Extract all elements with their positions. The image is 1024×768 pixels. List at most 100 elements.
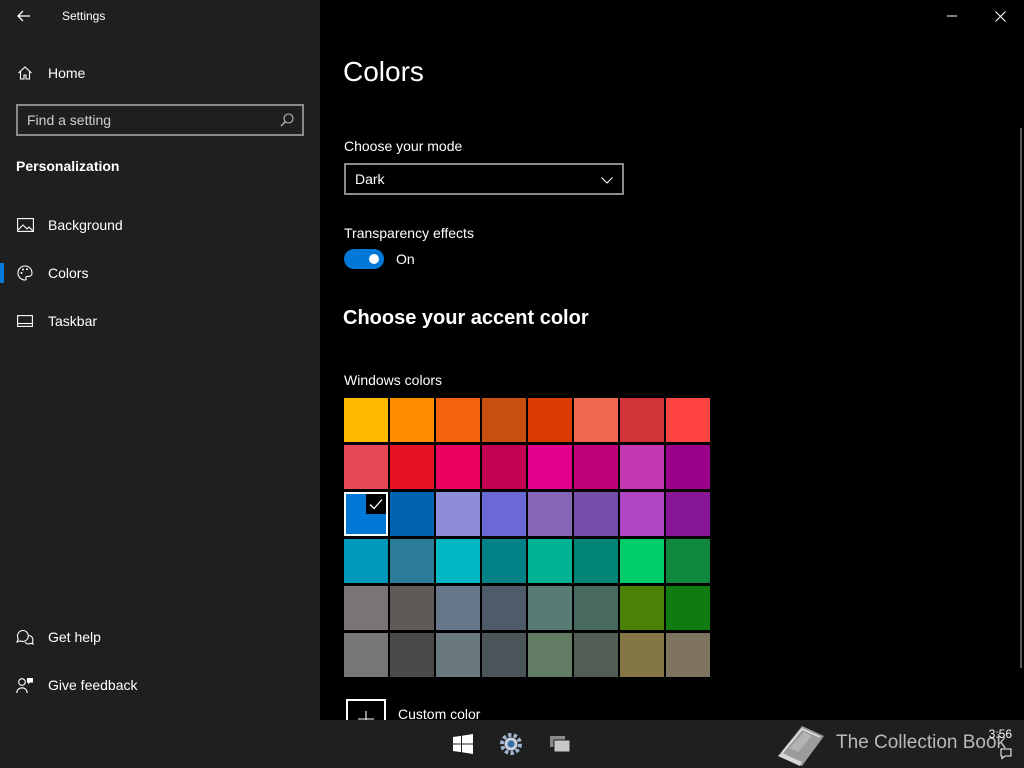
start-button[interactable]	[447, 728, 479, 760]
color-swatch[interactable]	[344, 633, 388, 677]
color-swatch[interactable]	[666, 539, 710, 583]
accent-heading: Choose your accent color	[343, 307, 589, 329]
color-swatch[interactable]	[666, 398, 710, 442]
close-icon	[994, 10, 1006, 22]
color-swatch[interactable]	[620, 586, 664, 630]
toggle-knob	[369, 254, 379, 264]
chevron-down-icon	[600, 173, 614, 187]
toggle-state-text: On	[396, 251, 415, 267]
color-swatch[interactable]	[390, 539, 434, 583]
color-swatch[interactable]	[344, 539, 388, 583]
transparency-toggle[interactable]	[344, 249, 384, 269]
mode-dropdown[interactable]: Dark	[344, 163, 624, 195]
color-swatch[interactable]	[436, 633, 480, 677]
sidebar-item-give-feedback[interactable]: Give feedback	[0, 665, 320, 705]
sidebar-item-label: Home	[48, 65, 86, 81]
color-swatch[interactable]	[390, 445, 434, 489]
color-swatch[interactable]	[482, 539, 526, 583]
color-swatch[interactable]	[620, 445, 664, 489]
sidebar-item-taskbar[interactable]: Taskbar	[0, 301, 320, 341]
color-swatch[interactable]	[528, 398, 572, 442]
color-swatch[interactable]	[436, 398, 480, 442]
color-swatch[interactable]	[436, 539, 480, 583]
checkmark-icon	[366, 494, 386, 514]
color-swatch[interactable]	[482, 492, 526, 536]
color-swatch[interactable]	[574, 539, 618, 583]
color-swatch[interactable]	[666, 492, 710, 536]
color-swatch[interactable]	[574, 445, 618, 489]
gear-icon	[500, 733, 522, 755]
minimize-button[interactable]	[929, 0, 975, 32]
color-swatch[interactable]	[528, 539, 572, 583]
color-swatch[interactable]	[574, 633, 618, 677]
color-swatch[interactable]	[574, 398, 618, 442]
windows-colors-label: Windows colors	[344, 372, 443, 388]
settings-taskbar-button[interactable]	[495, 728, 527, 760]
color-swatch[interactable]	[482, 633, 526, 677]
picture-icon	[16, 216, 34, 234]
color-swatch[interactable]	[436, 492, 480, 536]
sidebar: Settings Home Personalization Background…	[0, 0, 320, 720]
watermark-text: The Collection Book	[836, 732, 1007, 753]
sidebar-item-label: Taskbar	[48, 313, 98, 329]
book-logo-icon	[778, 726, 824, 766]
color-swatch[interactable]	[666, 633, 710, 677]
close-button[interactable]	[977, 0, 1023, 32]
color-swatch[interactable]	[482, 398, 526, 442]
accent-color-grid	[344, 398, 710, 677]
sidebar-item-home[interactable]: Home	[0, 53, 320, 93]
color-swatch[interactable]	[528, 586, 572, 630]
color-swatch[interactable]	[344, 445, 388, 489]
sidebar-item-colors[interactable]: Colors	[0, 253, 320, 293]
color-swatch[interactable]	[574, 586, 618, 630]
title-bar: Settings	[0, 0, 320, 32]
app-title: Settings	[62, 9, 106, 23]
color-swatch[interactable]	[620, 539, 664, 583]
color-swatch[interactable]	[344, 398, 388, 442]
color-swatch[interactable]	[344, 586, 388, 630]
color-swatch[interactable]	[528, 492, 572, 536]
color-swatch[interactable]	[620, 633, 664, 677]
color-swatch[interactable]	[482, 586, 526, 630]
clock[interactable]: 3:56	[989, 727, 1012, 741]
color-swatch[interactable]	[620, 398, 664, 442]
color-swatch[interactable]	[620, 492, 664, 536]
color-swatch[interactable]	[390, 633, 434, 677]
color-swatch[interactable]	[390, 586, 434, 630]
color-swatch[interactable]	[528, 445, 572, 489]
color-swatch[interactable]	[574, 492, 618, 536]
sidebar-item-label: Colors	[48, 265, 89, 281]
minimize-icon	[947, 15, 957, 17]
color-swatch[interactable]	[390, 398, 434, 442]
sidebar-item-label: Get help	[48, 629, 101, 645]
color-swatch[interactable]	[390, 492, 434, 536]
task-view-button[interactable]	[544, 728, 576, 760]
notification-icon[interactable]	[1000, 748, 1012, 760]
scrollbar[interactable]	[1020, 128, 1022, 668]
mode-label: Choose your mode	[344, 138, 463, 154]
sidebar-item-label: Give feedback	[48, 677, 138, 693]
sidebar-item-background[interactable]: Background	[0, 205, 320, 245]
watermark: The Collection Book	[772, 720, 1022, 768]
search-box[interactable]	[16, 104, 304, 136]
color-swatch[interactable]	[436, 586, 480, 630]
content-pane: Colors Choose your mode Dark Transparenc…	[320, 0, 1024, 739]
color-swatch[interactable]	[344, 492, 388, 536]
sidebar-item-label: Background	[48, 217, 123, 233]
palette-icon	[16, 264, 34, 282]
search-icon[interactable]	[279, 112, 295, 128]
back-arrow-icon	[17, 10, 30, 22]
color-swatch[interactable]	[436, 445, 480, 489]
task-view-icon	[550, 736, 571, 753]
help-chat-icon	[16, 628, 34, 646]
windows-logo-icon	[453, 734, 473, 754]
color-swatch[interactable]	[528, 633, 572, 677]
color-swatch[interactable]	[666, 445, 710, 489]
search-input[interactable]	[18, 106, 268, 134]
sidebar-item-get-help[interactable]: Get help	[0, 617, 320, 657]
feedback-icon	[16, 676, 34, 694]
color-swatch[interactable]	[666, 586, 710, 630]
color-swatch[interactable]	[482, 445, 526, 489]
page-title: Colors	[343, 56, 424, 87]
back-button[interactable]	[10, 4, 38, 28]
